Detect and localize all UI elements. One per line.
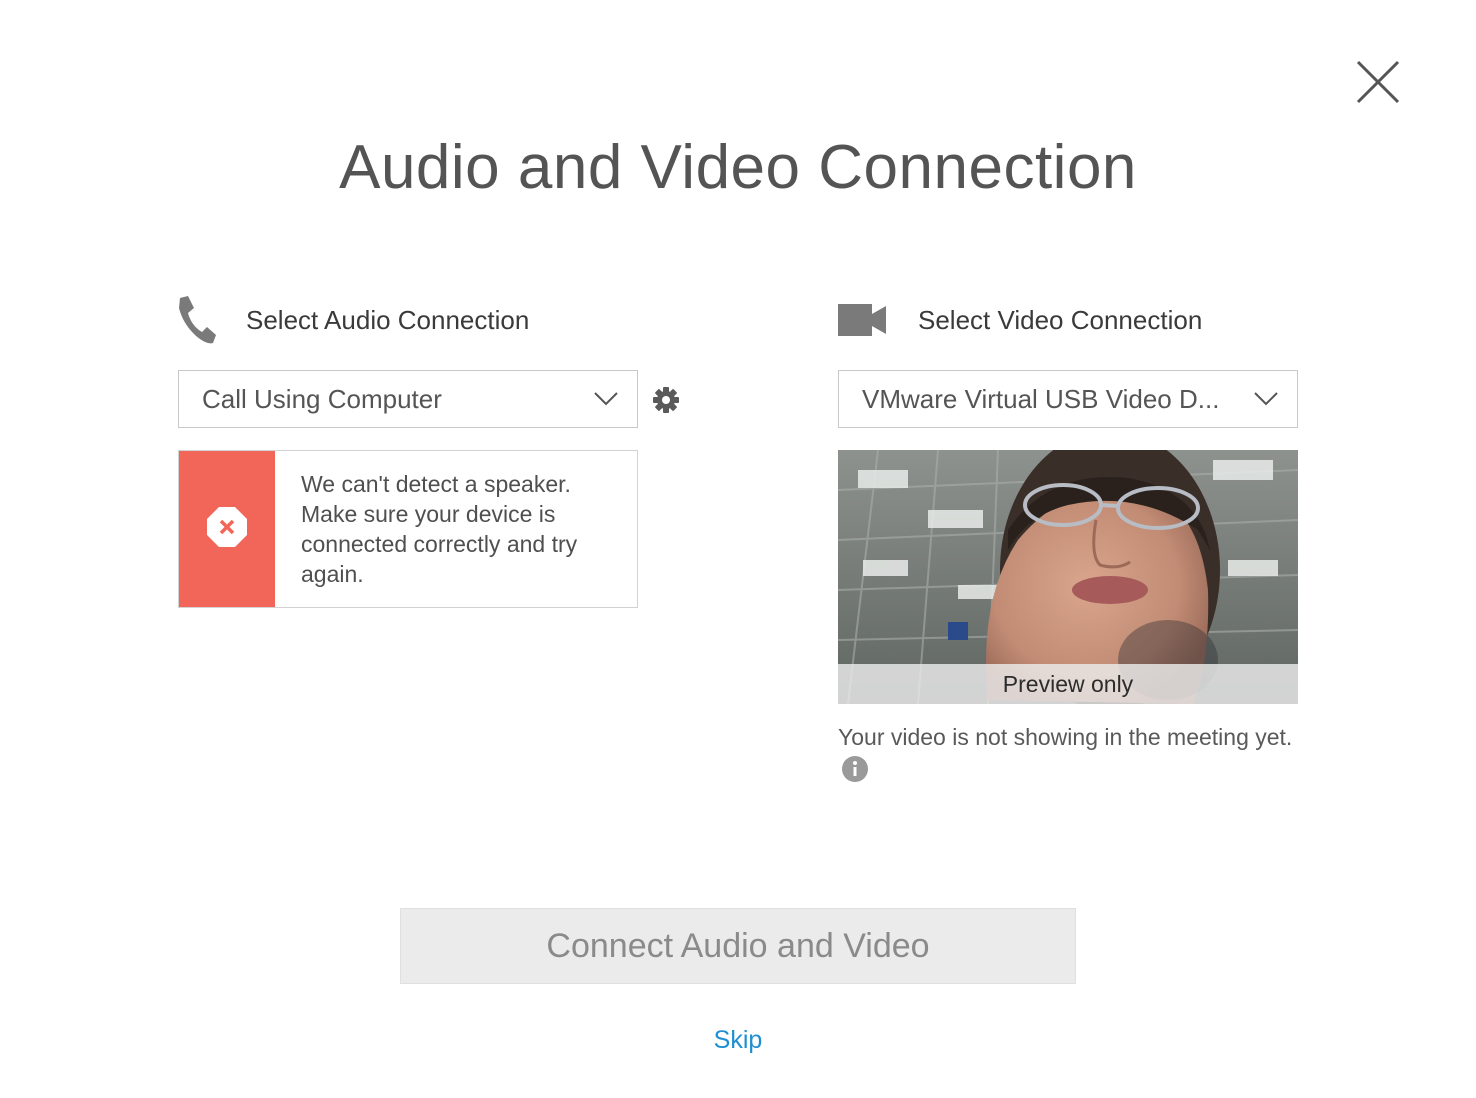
- error-stripe: [179, 451, 275, 607]
- preview-caption: Preview only: [838, 664, 1298, 704]
- gear-icon[interactable]: [652, 386, 680, 414]
- skip-link[interactable]: Skip: [0, 1026, 1476, 1055]
- connect-audio-video-button[interactable]: Connect Audio and Video: [400, 908, 1076, 984]
- close-icon[interactable]: [1352, 56, 1404, 108]
- info-icon[interactable]: [842, 756, 868, 782]
- phone-icon: [176, 294, 216, 346]
- audio-section-label: Select Audio Connection: [246, 304, 530, 335]
- video-camera-icon: [838, 300, 888, 340]
- speaker-error-alert: We can't detect a speaker. Make sure you…: [178, 450, 638, 608]
- audio-section-header: Select Audio Connection: [176, 294, 529, 346]
- video-section-label: Select Video Connection: [918, 304, 1203, 335]
- dialog-title: Audio and Video Connection: [339, 133, 1137, 202]
- audio-connection-value: Call Using Computer: [202, 383, 442, 414]
- video-status-text: Your video is not showing in the meeting…: [838, 724, 1293, 750]
- chevron-down-icon: [593, 391, 619, 407]
- video-section-header: Select Video Connection: [838, 294, 1202, 346]
- error-octagon-icon: [206, 506, 248, 553]
- video-status-note: Your video is not showing in the meeting…: [838, 722, 1298, 784]
- video-connection-value: VMware Virtual USB Video D...: [862, 383, 1220, 414]
- video-preview: Preview only: [838, 450, 1298, 704]
- error-message: We can't detect a speaker. Make sure you…: [301, 471, 578, 587]
- audio-connection-select[interactable]: Call Using Computer: [178, 370, 638, 428]
- audio-video-dialog: Audio and Video Connection Select Audio …: [0, 0, 1476, 1098]
- video-connection-select[interactable]: VMware Virtual USB Video D...: [838, 370, 1298, 428]
- chevron-down-icon: [1253, 391, 1279, 407]
